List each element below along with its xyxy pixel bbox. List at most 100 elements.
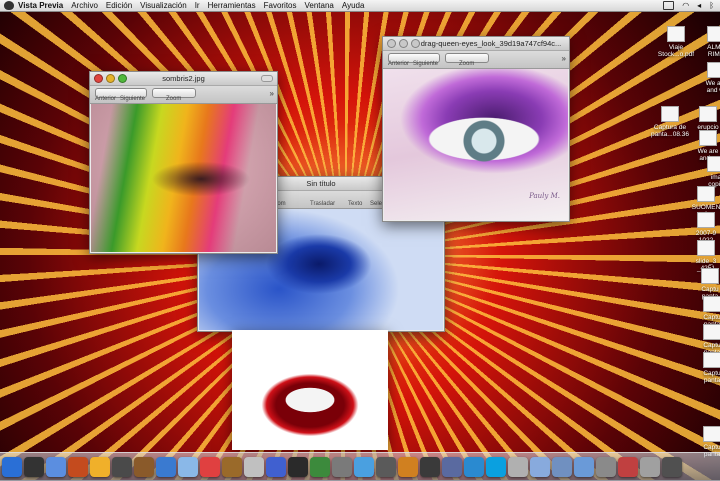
dock-app-icon[interactable] (552, 457, 572, 477)
menu-bar: Vista Previa Archivo Edición Visualizaci… (0, 0, 720, 12)
back-label: Anterior (95, 96, 117, 102)
desktop-file-label: Stock...o.pdf (657, 51, 695, 58)
move-label[interactable]: Trasladar (310, 201, 335, 207)
dock-app-icon[interactable] (310, 457, 330, 477)
zoom-label: Zoom (166, 96, 182, 102)
desktop-file-label: ima (710, 174, 720, 181)
file-thumbnail-icon (703, 324, 720, 340)
dock-app-icon[interactable] (112, 457, 132, 477)
chevron-right-icon[interactable]: » (270, 89, 274, 98)
menu-favoritos[interactable]: Favoritos (264, 1, 297, 10)
menu-ir[interactable]: Ir (195, 1, 200, 10)
dock-app-icon[interactable] (486, 457, 506, 477)
dock-app-icon[interactable] (332, 457, 352, 477)
apple-icon[interactable] (4, 1, 14, 10)
desktop-file-label: RIME (707, 51, 720, 58)
window-sombras-titlebar[interactable]: sombris2.jpg (90, 72, 277, 86)
file-thumbnail-icon (699, 130, 717, 146)
file-thumbnail-icon (697, 186, 715, 202)
file-thumbnail-icon (707, 26, 720, 42)
dock-app-icon[interactable] (662, 457, 682, 477)
window-sombras-title: sombris2.jpg (162, 74, 205, 83)
window-drag-title: drag-queen-eyes_look_39d19a747cf94c... (420, 39, 562, 48)
rainbow-eyeshadow-image (91, 104, 276, 252)
desktop-file-label: Captu (703, 444, 720, 451)
desktop-file-label: We are (697, 148, 719, 155)
desktop-file-label: panta (703, 377, 720, 384)
dock-app-icon[interactable] (574, 457, 594, 477)
file-thumbnail-icon (703, 352, 720, 368)
desktop-file-label: ALMA (707, 44, 720, 51)
window-drag-titlebar[interactable]: drag-queen-eyes_look_39d19a747cf94c... (383, 37, 569, 51)
bluetooth-icon[interactable]: ᛒ (709, 1, 714, 10)
file-thumbnail-icon (703, 296, 720, 312)
file-thumbnail-icon (699, 106, 717, 122)
menu-ventana[interactable]: Ventana (305, 1, 334, 10)
zoom-label: Zoom (459, 61, 475, 67)
file-thumbnail-icon (707, 62, 720, 78)
dock-app-icon[interactable] (24, 457, 44, 477)
desktop-file-label: Captu (703, 314, 720, 321)
wifi-icon[interactable]: ◠ (682, 1, 689, 10)
menu-ayuda[interactable]: Ayuda (342, 1, 365, 10)
app-menu[interactable]: Vista Previa (18, 1, 63, 10)
dock-app-icon[interactable] (464, 457, 484, 477)
dock-app-icon[interactable] (398, 457, 418, 477)
dock-app-icon[interactable] (420, 457, 440, 477)
dock-app-icon[interactable] (134, 457, 154, 477)
volume-icon[interactable]: ◂ (697, 1, 701, 10)
dock-app-icon[interactable] (354, 457, 374, 477)
dock-app-icon[interactable] (618, 457, 638, 477)
file-thumbnail-icon (697, 212, 715, 228)
mouth-image (232, 330, 388, 450)
desktop-file-label: and wi (706, 87, 720, 94)
text-label[interactable]: Texto (348, 201, 362, 207)
desktop-file-icon[interactable]: Viaje Stock...o.pdf (654, 26, 698, 58)
chevron-right-icon[interactable]: » (562, 54, 566, 63)
watermark: Pauly M. (529, 192, 560, 200)
dock-app-icon[interactable] (200, 457, 220, 477)
dock-app-icon[interactable] (376, 457, 396, 477)
file-thumbnail-icon (703, 426, 720, 442)
file-thumbnail-icon (661, 106, 679, 122)
file-thumbnail-icon (701, 268, 719, 284)
dock-app-icon[interactable] (442, 457, 462, 477)
window-sombras-toolbar: Anterior Siguiente Zoom » (90, 86, 277, 104)
dock-app-icon[interactable] (596, 457, 616, 477)
dock-app-icon[interactable] (90, 457, 110, 477)
dock-app-icon[interactable] (222, 457, 242, 477)
dock-app-icon[interactable] (46, 457, 66, 477)
menu-archivo[interactable]: Archivo (71, 1, 98, 10)
desktop-file-label: Captu (701, 286, 719, 293)
dock-app-icon[interactable] (244, 457, 264, 477)
dock-app-icon[interactable] (68, 457, 88, 477)
dock-app-icon[interactable] (288, 457, 308, 477)
dock-app-icon[interactable] (178, 457, 198, 477)
dock-app-icon[interactable] (508, 457, 528, 477)
menu-visualizacion[interactable]: Visualización (140, 1, 187, 10)
next-label: Siguiente (120, 96, 146, 102)
battery-icon[interactable] (663, 1, 675, 10)
purple-eyeshadow-image: Pauly M. (384, 69, 568, 220)
menu-edicion[interactable]: Edición (106, 1, 132, 10)
close-button[interactable] (387, 39, 396, 48)
dock-app-icon[interactable] (640, 457, 660, 477)
file-thumbnail-icon (697, 240, 715, 256)
desktop-file-icon[interactable]: ALMARIME (694, 26, 720, 58)
status-area: ◠ ◂ ᛒ (663, 1, 714, 10)
file-thumbnail-icon (707, 156, 720, 172)
dock-app-icon[interactable] (530, 457, 550, 477)
dock-app-icon[interactable] (156, 457, 176, 477)
window-sombras: sombris2.jpg Anterior Siguiente Zoom » (89, 71, 278, 254)
menu-herramientas[interactable]: Herramientas (208, 1, 256, 10)
desktop-file-icon[interactable]: imacopia (694, 156, 720, 188)
next-label: Siguiente (413, 61, 439, 67)
window-drag-toolbar: Anterior Siguiente Zoom » (383, 51, 569, 69)
dock-app-icon[interactable] (266, 457, 286, 477)
dock-app-icon[interactable] (2, 457, 22, 477)
desktop-file-label: Captu (703, 342, 720, 349)
minimize-button[interactable] (399, 39, 408, 48)
desktop-file-icon[interactable]: We areand wi (694, 62, 720, 94)
desktop-file-icon[interactable]: Captupanta (690, 352, 720, 384)
toolbar-toggle-button[interactable] (261, 75, 273, 82)
